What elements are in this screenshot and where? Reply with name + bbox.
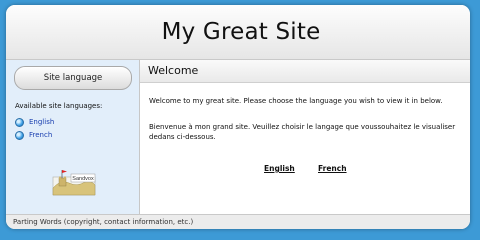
welcome-paragraph-fr: Bienvenue à mon grand site. Veuillez cho… [149, 123, 456, 141]
badge-text: Sandvox [72, 176, 94, 182]
footer: Parting Words (copyright, contact inform… [6, 214, 470, 229]
globe-bullet-icon [15, 117, 24, 127]
site-title: My Great Site [161, 19, 321, 45]
main-content: Welcome Welcome to my great site. Please… [140, 60, 470, 214]
site-language-button[interactable]: Site language [14, 66, 132, 90]
sidebar-item-french[interactable]: French [15, 129, 52, 141]
welcome-paragraph-en: Welcome to my great site. Please choose … [149, 97, 443, 105]
sidebar-item-english[interactable]: English [15, 116, 54, 128]
footer-text: Parting Words (copyright, contact inform… [13, 218, 194, 226]
french-link[interactable]: French [318, 164, 347, 173]
browser-window: My Great Site Site language Available si… [6, 5, 470, 229]
globe-bullet-icon [15, 130, 24, 140]
sandvox-badge[interactable]: Sandvox [47, 168, 101, 196]
available-languages-label: Available site languages: [15, 102, 103, 110]
english-link[interactable]: English [264, 164, 295, 173]
sidebar-item-label: English [29, 118, 55, 126]
page-title: Welcome [148, 64, 199, 77]
site-header: My Great Site [6, 5, 470, 60]
sidebar: Site language Available site languages: … [6, 60, 140, 214]
main-title-bar: Welcome [140, 60, 470, 83]
sidebar-item-label: French [29, 131, 53, 139]
